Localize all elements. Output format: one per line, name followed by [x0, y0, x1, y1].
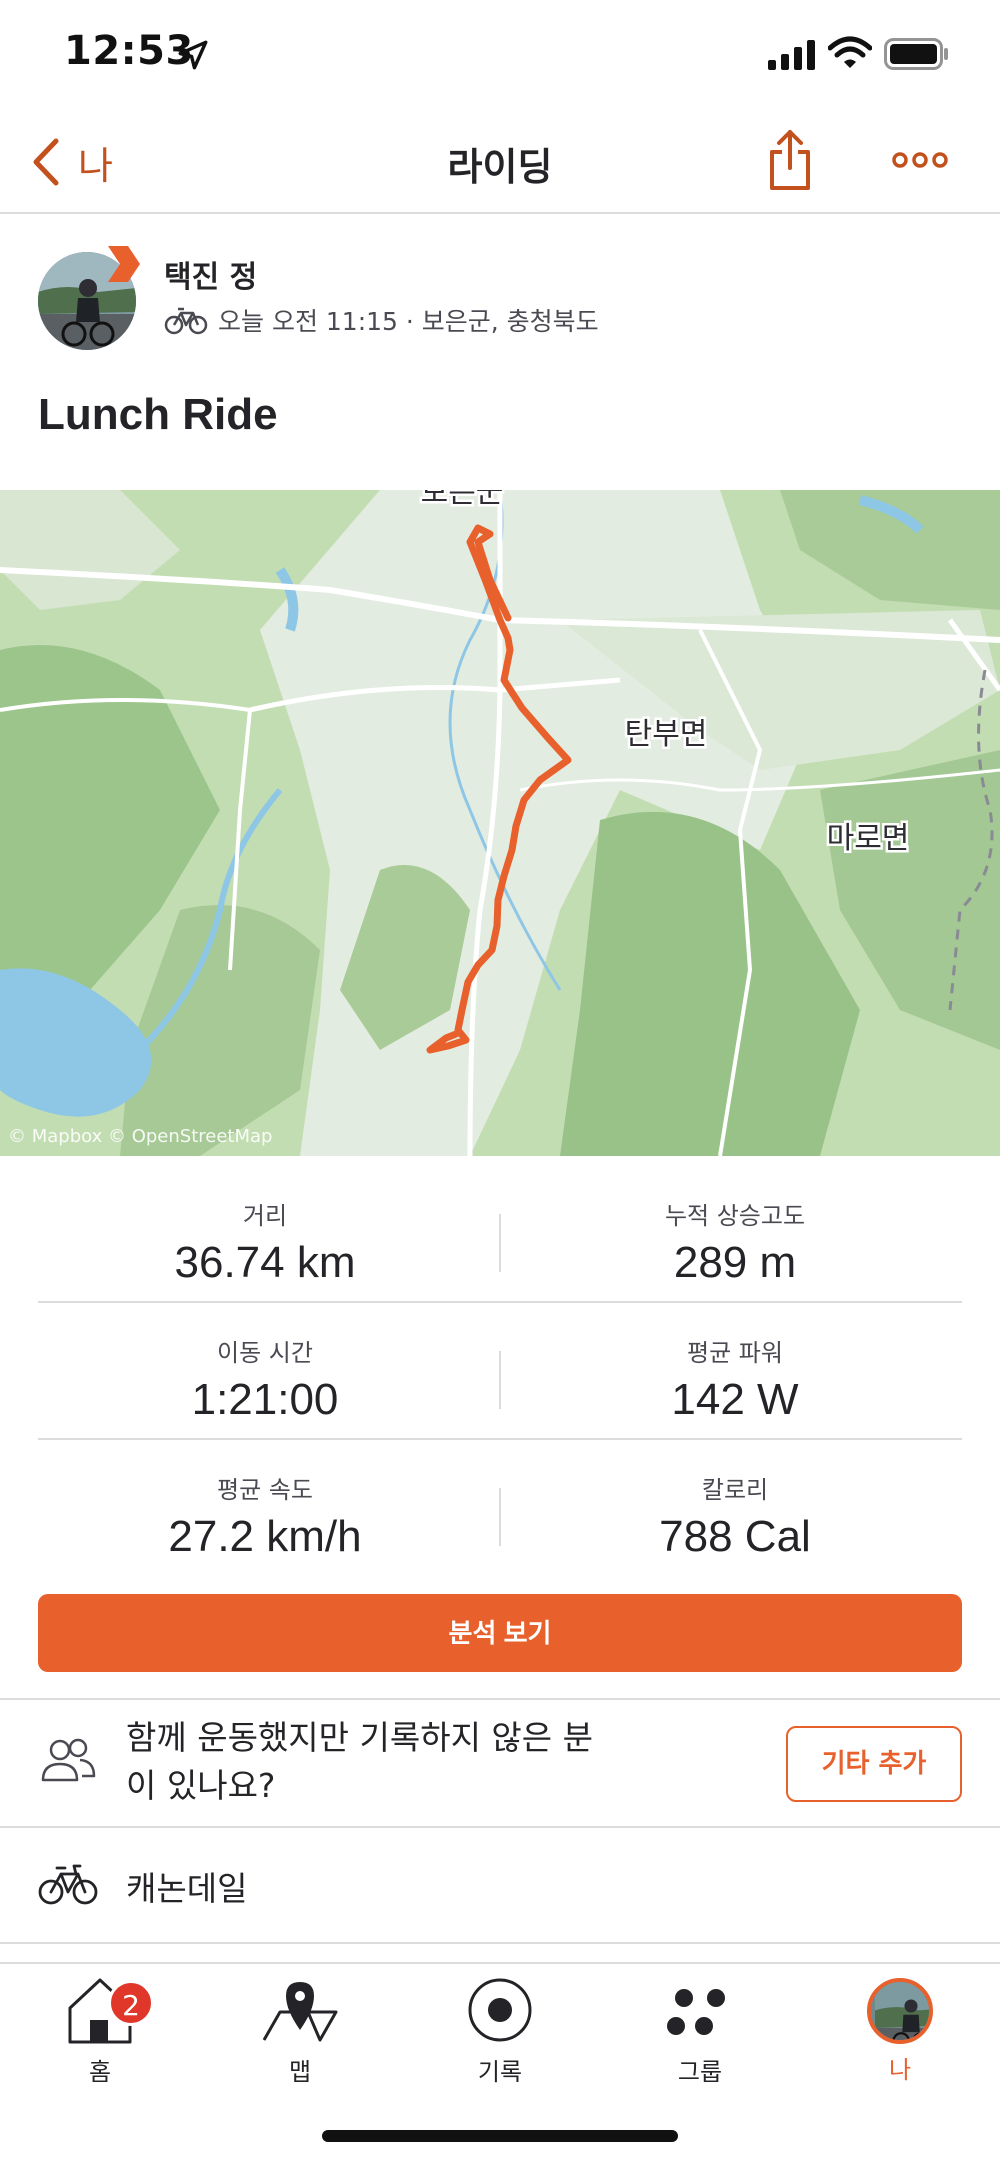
view-analysis-button[interactable]: 분석 보기	[38, 1594, 962, 1672]
tab-label: 그룹	[677, 2058, 723, 2086]
stat-value: 27.2 km/h	[168, 1512, 362, 1561]
home-indicator[interactable]	[322, 2130, 678, 2142]
stat-label: 누적 상승고도	[664, 1202, 806, 1230]
athlete-name[interactable]: 택진 정	[164, 252, 257, 296]
people-icon	[41, 1738, 96, 1782]
stat-distance: 거리 36.74 km	[38, 1196, 492, 1288]
stat-value: 788 Cal	[659, 1512, 811, 1561]
status-time: 12:53	[64, 28, 194, 74]
page-title: 라이딩	[447, 145, 553, 189]
stats-row: 평균 속도 27.2 km/h 칼로리 788 Cal	[38, 1440, 962, 1577]
gear-name: 캐논데일	[126, 1869, 248, 1908]
tab-label: 맵	[288, 2058, 312, 2086]
stat-label: 평균 파워	[687, 1339, 783, 1367]
activity-title: Lunch Ride	[38, 390, 278, 439]
bike-icon	[38, 1864, 98, 1905]
more-options-icon[interactable]	[892, 140, 948, 180]
tab-record[interactable]: 기록	[420, 1974, 580, 2094]
chevron-left-icon	[33, 138, 59, 186]
tab-profile[interactable]: 나	[820, 1974, 980, 2094]
tab-label: 홈	[88, 2058, 112, 2086]
route-map[interactable]: 보은군 탄부면 마로면 © Mapbox © OpenStreetMap	[0, 490, 1000, 1156]
map-icon	[262, 1982, 338, 2042]
add-others-section: 함께 운동했지만 기록하지 않은 분이 있나요? 기타 추가	[0, 1700, 1000, 1826]
tab-home[interactable]: 2 홈	[20, 1974, 180, 2094]
stat-divider	[499, 1214, 501, 1272]
bike-icon	[164, 307, 208, 335]
stat-value: 289 m	[673, 1238, 797, 1287]
stat-label: 평균 속도	[217, 1476, 313, 1504]
add-others-button[interactable]: 기타 추가	[786, 1726, 962, 1802]
map-attribution[interactable]: © Mapbox © OpenStreetMap	[8, 1126, 272, 1147]
location-arrow-icon	[178, 40, 208, 70]
athlete-header: 택진 정 오늘 오전 11:15 · 보은군, 충청북도	[38, 246, 958, 358]
notification-badge: 2	[108, 1980, 154, 2026]
stat-value: 142 W	[671, 1375, 799, 1424]
stat-calories: 칼로리 788 Cal	[508, 1470, 962, 1562]
tab-label: 나	[888, 2056, 912, 2084]
groups-icon	[667, 1989, 725, 2035]
status-bar: 12:53	[0, 0, 1000, 110]
back-label: 나	[78, 143, 113, 188]
navigation-bar: 나 라이딩	[0, 110, 1000, 214]
cellular-signal-icon	[768, 40, 815, 70]
stats-row: 거리 36.74 km 누적 상승고도 289 m	[38, 1166, 962, 1303]
stats-grid: 거리 36.74 km 누적 상승고도 289 m 이동 시간 1:21:00 …	[38, 1166, 962, 1577]
tab-label: 기록	[477, 2058, 523, 2086]
share-icon[interactable]	[766, 128, 814, 192]
stat-elevation-gain: 누적 상승고도 289 m	[508, 1196, 962, 1288]
profile-icon	[867, 1978, 933, 2044]
stat-avg-speed: 평균 속도 27.2 km/h	[38, 1470, 492, 1562]
stat-avg-power: 평균 파워 142 W	[508, 1333, 962, 1425]
subscriber-badge-icon	[108, 246, 140, 282]
stat-value: 1:21:00	[191, 1375, 339, 1424]
tab-map[interactable]: 맵	[220, 1974, 380, 2094]
map-label-top-town: 보은군	[421, 490, 504, 510]
stat-label: 칼로리	[701, 1476, 769, 1504]
map-label-area-1: 탄부면	[625, 717, 708, 752]
back-button[interactable]: 나	[30, 130, 113, 194]
gear-row[interactable]: 캐논데일	[0, 1828, 1000, 1942]
tab-groups[interactable]: 그룹	[620, 1974, 780, 2094]
map-canvas: 보은군 탄부면 마로면	[0, 490, 1000, 1156]
wifi-icon	[828, 36, 872, 68]
stat-label: 이동 시간	[217, 1339, 313, 1367]
map-label-area-2: 마로면	[827, 821, 910, 856]
activity-meta-text: 오늘 오전 11:15 · 보은군, 충청북도	[218, 307, 599, 336]
profile-avatar-photo	[875, 1982, 929, 2040]
stat-divider	[499, 1351, 501, 1409]
stat-label: 거리	[242, 1202, 288, 1230]
section-divider	[0, 1942, 1000, 1944]
stat-divider	[499, 1488, 501, 1546]
stats-row: 이동 시간 1:21:00 평균 파워 142 W	[38, 1303, 962, 1440]
record-icon	[468, 1978, 532, 2042]
activity-meta: 오늘 오전 11:15 · 보은군, 충청북도	[164, 302, 599, 338]
battery-icon	[884, 38, 948, 70]
stat-moving-time: 이동 시간 1:21:00	[38, 1333, 492, 1425]
add-others-prompt: 함께 운동했지만 기록하지 않은 분이 있나요?	[126, 1718, 593, 1805]
stat-value: 36.74 km	[174, 1238, 356, 1287]
